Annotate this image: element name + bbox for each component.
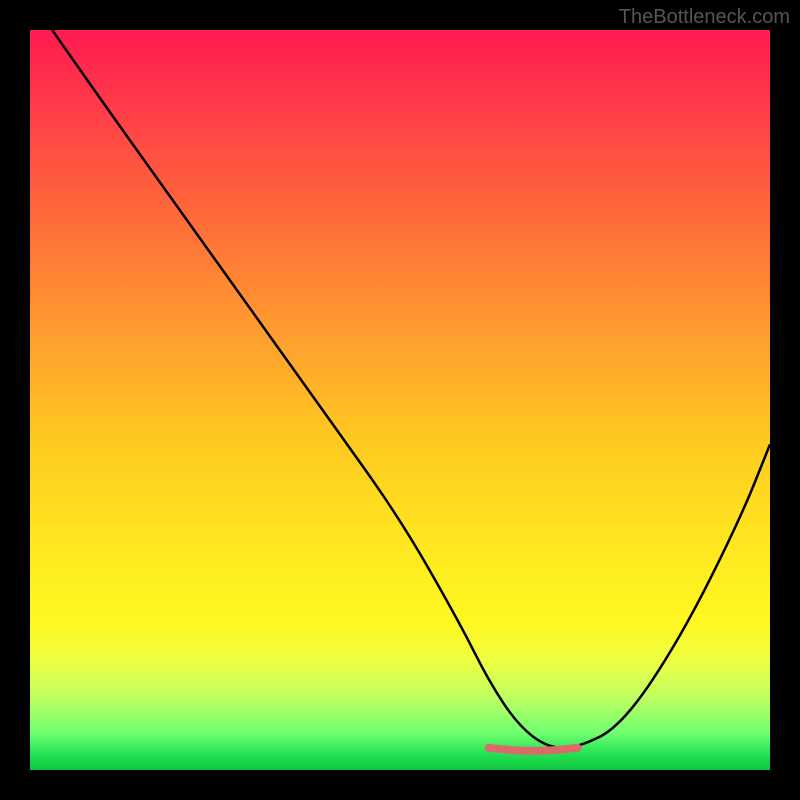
plot-area	[30, 30, 770, 770]
watermark-text: TheBottleneck.com	[619, 6, 790, 29]
curve-svg	[30, 30, 770, 770]
bottleneck-curve	[52, 30, 770, 748]
chart-container: TheBottleneck.com	[0, 0, 800, 800]
optimal-marker	[489, 748, 578, 751]
